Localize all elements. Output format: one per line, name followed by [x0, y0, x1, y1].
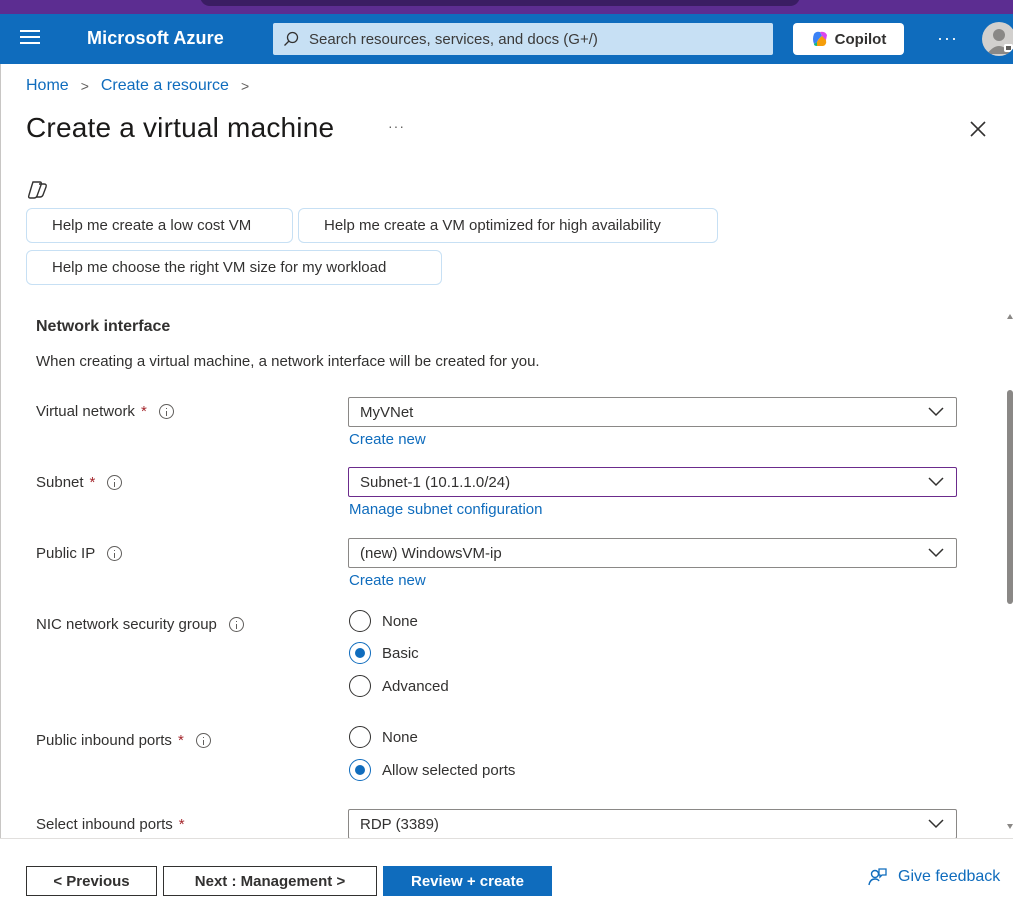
page-title: Create a virtual machine — [26, 112, 335, 143]
suggestion-high-availability[interactable]: Help me create a VM optimized for high a… — [298, 208, 718, 243]
subnet-dropdown[interactable]: Subnet-1 (10.1.1.0/24) — [348, 467, 957, 497]
public-inbound-ports-label: Public inbound ports * — [36, 732, 211, 749]
select-inbound-ports-dropdown[interactable]: RDP (3389) — [348, 809, 957, 839]
chevron-right-icon: > — [80, 78, 89, 94]
search-input[interactable] — [309, 30, 749, 48]
radio-label: None — [382, 612, 418, 630]
field-label: NIC network security group — [36, 616, 217, 633]
feedback-icon — [868, 868, 887, 886]
required-marker: * — [140, 403, 147, 420]
copilot-label: Copilot — [834, 30, 887, 48]
chevron-down-icon — [928, 407, 944, 417]
avatar[interactable] — [982, 22, 1013, 56]
required-marker: * — [177, 732, 184, 749]
inbound-radio-none[interactable]: None — [349, 726, 418, 748]
wizard-footer: < Previous Next : Management > Review + … — [0, 838, 1013, 917]
header-more-icon[interactable]: ··· — [937, 28, 958, 49]
browser-top-strip — [0, 0, 1013, 14]
review-create-button[interactable]: Review + create — [383, 866, 552, 896]
dropdown-value: RDP (3389) — [360, 815, 439, 833]
nsg-radio-advanced[interactable]: Advanced — [349, 675, 449, 697]
page-left-border — [0, 64, 1, 917]
chevron-right-icon: > — [240, 78, 250, 94]
scrollbar-thumb[interactable] — [1007, 390, 1013, 604]
field-label: Subnet — [36, 474, 84, 491]
breadcrumb-create-resource[interactable]: Create a resource — [101, 77, 229, 95]
radio-circle[interactable] — [349, 675, 371, 697]
section-description: When creating a virtual machine, a netwo… — [36, 353, 540, 370]
chevron-down-icon — [928, 819, 944, 829]
close-icon[interactable] — [968, 119, 988, 139]
create-new-vnet-link[interactable]: Create new — [349, 431, 426, 448]
nsg-radio-basic[interactable]: Basic — [349, 642, 419, 664]
info-icon[interactable] — [195, 733, 211, 748]
give-feedback-link[interactable]: Give feedback — [868, 867, 1000, 887]
title-more-icon[interactable]: ··· — [388, 118, 405, 134]
copilot-button[interactable]: Copilot — [793, 23, 904, 55]
brand-title[interactable]: Microsoft Azure — [87, 28, 224, 49]
info-icon[interactable] — [107, 546, 123, 561]
user-avatar-icon — [987, 29, 1013, 54]
info-icon[interactable] — [107, 475, 123, 490]
feedback-label: Give feedback — [898, 868, 1001, 885]
suggestion-low-cost-vm[interactable]: Help me create a low cost VM — [26, 208, 293, 243]
global-search[interactable] — [273, 23, 773, 55]
breadcrumb: Home > Create a resource > — [26, 77, 261, 95]
dropdown-value: (new) WindowsVM-ip — [360, 544, 502, 562]
next-management-button[interactable]: Next : Management > — [163, 866, 377, 896]
nic-nsg-label: NIC network security group — [36, 616, 244, 633]
dropdown-value: MyVNet — [360, 403, 414, 421]
copilot-icon — [812, 31, 827, 46]
search-icon — [284, 31, 299, 46]
radio-circle[interactable] — [349, 610, 371, 632]
select-inbound-ports-label: Select inbound ports * — [36, 816, 185, 833]
previous-button[interactable]: < Previous — [26, 866, 157, 896]
virtual-network-label: Virtual network * — [36, 403, 174, 420]
public-ip-label: Public IP — [36, 545, 123, 562]
suggestion-vm-size[interactable]: Help me choose the right VM size for my … — [26, 250, 442, 285]
radio-circle[interactable] — [349, 642, 371, 664]
field-label: Public IP — [36, 545, 96, 562]
scroll-down-arrow-icon[interactable] — [1007, 824, 1013, 829]
radio-label: Basic — [382, 644, 419, 662]
info-icon[interactable] — [158, 404, 174, 419]
required-marker: * — [178, 816, 185, 833]
manage-subnet-link[interactable]: Manage subnet configuration — [349, 501, 542, 518]
chevron-down-icon — [928, 548, 944, 558]
field-label: Select inbound ports — [36, 816, 173, 833]
nsg-radio-none[interactable]: None — [349, 610, 418, 632]
required-marker: * — [89, 474, 96, 491]
public-ip-dropdown[interactable]: (new) WindowsVM-ip — [348, 538, 957, 568]
radio-circle[interactable] — [349, 759, 371, 781]
section-title: Network interface — [36, 318, 171, 335]
inbound-radio-allow-selected[interactable]: Allow selected ports — [349, 759, 515, 781]
field-label: Virtual network — [36, 403, 135, 420]
create-new-ip-link[interactable]: Create new — [349, 572, 426, 589]
virtual-network-dropdown[interactable]: MyVNet — [348, 397, 957, 427]
radio-label: None — [382, 728, 418, 746]
subnet-label: Subnet * — [36, 474, 123, 491]
field-label: Public inbound ports — [36, 732, 172, 749]
chevron-down-icon — [928, 477, 944, 487]
breadcrumb-home[interactable]: Home — [26, 77, 69, 95]
scroll-up-arrow-icon[interactable] — [1007, 314, 1013, 319]
radio-label: Allow selected ports — [382, 761, 516, 779]
radio-label: Advanced — [382, 677, 449, 695]
info-icon[interactable] — [228, 617, 244, 632]
browser-tab-strip — [200, 0, 800, 6]
dropdown-value: Subnet-1 (10.1.1.0/24) — [360, 473, 511, 491]
azure-header: Microsoft Azure Copilot ··· — [0, 14, 1013, 64]
hamburger-menu-icon[interactable] — [20, 30, 40, 48]
copilot-outline-icon — [27, 181, 47, 199]
radio-circle[interactable] — [349, 726, 371, 748]
